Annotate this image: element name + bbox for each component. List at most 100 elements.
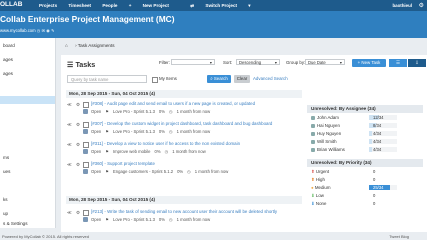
assignee-row[interactable]: Huy Nguyen 4/34 (307, 130, 423, 137)
sidebar-item-risks[interactable]: ks (0, 194, 55, 206)
tasks-header: ☰ Tasks (67, 60, 96, 69)
task-meta: Open ⚑ Love Pro - Sprint 5.1.3 0% ◷ 1 month f… (91, 109, 211, 114)
main-nav: Projects Timesheet People + New Project … (39, 3, 271, 9)
priority-row[interactable]: ⬇ Low 0 (307, 192, 423, 199)
group-label: Group by: (286, 60, 306, 65)
footer-copyright: Powered by MyCollab © 2015. All rights r… (2, 234, 89, 239)
home-icon[interactable]: ⌂ (65, 43, 68, 48)
sidebar-item-settings[interactable]: s & Settings (0, 218, 55, 230)
sort-select[interactable]: Descending ▾ (236, 59, 280, 65)
task-title[interactable]: [#308] - Audit page edit and send email … (91, 101, 255, 106)
share-icon[interactable]: ≪ (67, 102, 72, 108)
gear-icon[interactable]: ⚙ (76, 162, 80, 168)
footer-links[interactable]: Tweet Blog (389, 234, 409, 239)
task-title[interactable]: [#307] - Develop the custom widget in pr… (91, 121, 272, 126)
priority-widget-title: Unresolved: By Priority (34) (307, 159, 423, 167)
milestone-icon: ⚑ (105, 149, 110, 154)
sidebar-item-6[interactable] (0, 110, 55, 122)
task-checkbox[interactable] (83, 102, 89, 108)
sort-label: Sort: (223, 60, 233, 65)
assignee-row[interactable]: Brian Williams 4/34 (307, 146, 423, 153)
sidebar-item-pages[interactable]: ages (0, 68, 55, 80)
chevron-down-icon: ▾ (209, 60, 212, 65)
switch-icon: ⇄ (190, 3, 196, 8)
priority-row[interactable]: ⬆ High 0 (307, 176, 423, 183)
sidebar-item-7[interactable] (0, 124, 55, 136)
chevron-down-icon: ▾ (274, 60, 277, 65)
gear-icon[interactable]: ⚙ (76, 122, 80, 128)
task-title[interactable]: [#213] - Write the task of sending email… (91, 209, 277, 214)
sidebar-item-messages[interactable]: ages (0, 54, 55, 66)
gear-icon[interactable]: ⚙ (419, 2, 424, 9)
share-icon[interactable]: ≪ (67, 210, 72, 216)
plus-icon: + (128, 3, 133, 8)
task-meta: Open ⚑ Improve web mobile 0% ◷ 1 month from n… (91, 149, 206, 154)
my-items-checkbox[interactable] (152, 77, 158, 83)
group-header: Mon, 28 Sep 2015 - Sun, 04 Oct 2015 (4) (66, 196, 302, 204)
task-row[interactable]: ≪ ⚙ [#213] - Write the task of sending em… (66, 208, 302, 228)
list-view-button[interactable]: ☰ (389, 59, 407, 67)
clock-icon: ◷ (168, 109, 173, 114)
task-row[interactable]: ≪ ⚙ [#308] - Audit page edit and send ema… (66, 100, 302, 120)
nav-people[interactable]: People (102, 3, 117, 8)
export-button[interactable]: ⇩ (408, 59, 426, 67)
task-row[interactable]: ≪ ⚙ [#360] - Support project template Ope… (66, 160, 302, 180)
nav-timesheet[interactable]: Timesheet (68, 3, 91, 8)
task-title[interactable]: [#360] - Support project template (91, 161, 155, 166)
filter-select[interactable]: ▾ (171, 59, 215, 65)
priority-row[interactable]: ● Medium 25/34 (307, 184, 423, 191)
main-content: ⌂ › Task Assignments ☰ Tasks Filter: ▾ S… (57, 39, 427, 233)
sidebar-item-dashboard[interactable]: board (0, 40, 55, 52)
share-icon[interactable]: ≪ (67, 142, 72, 148)
milestone-icon: ⚑ (105, 109, 110, 114)
assignee-row[interactable]: John Adam 12/34 (307, 114, 423, 121)
sidebar-item-active[interactable] (0, 96, 55, 104)
group-select[interactable]: Due Date ▾ (305, 59, 345, 65)
assignee-row[interactable]: Will Smith 4/34 (307, 138, 423, 145)
sidebar-item-8[interactable] (0, 138, 55, 150)
milestone-icon: ⚑ (105, 129, 110, 134)
new-task-button[interactable]: + New Task (352, 59, 386, 67)
chevron-down-icon: ▾ (339, 60, 342, 65)
search-row: Query by task name My Items ⌕ Search Cle… (61, 75, 427, 85)
assignee-widget-title: Unresolved: By Assignee (34) (307, 105, 423, 113)
priority-row[interactable]: ⬇ None 0 (307, 200, 423, 207)
clock-icon: ◷ (168, 129, 173, 134)
task-meta: Open ⚑ Engage customers - Sprint 5.1.2 0% ◷ 1… (91, 169, 229, 174)
task-checkbox[interactable] (83, 122, 89, 128)
search-input[interactable]: Query by task name (67, 75, 147, 83)
task-row[interactable]: ≪ ⚙ [#311] - Develop a view to notice use… (66, 140, 302, 160)
nav-projects[interactable]: Projects (39, 3, 57, 8)
task-title[interactable]: [#311] - Develop a view to notice user i… (91, 141, 240, 146)
avatar (83, 109, 88, 114)
chevron-down-icon: ▾ (247, 3, 251, 8)
clear-button[interactable]: Clear (234, 75, 250, 83)
avatar (311, 123, 315, 128)
nav-new-project[interactable]: + New Project (129, 3, 179, 8)
sidebar-item-milestones[interactable]: ms (0, 152, 55, 164)
task-row[interactable]: ≪ ⚙ [#307] - Develop the custom widget in… (66, 120, 302, 140)
avatar (83, 129, 88, 134)
share-icon[interactable]: ≪ (67, 122, 72, 128)
app-logo: OLLAB (0, 1, 23, 8)
gear-icon[interactable]: ⚙ (76, 102, 80, 108)
priority-row[interactable]: ⬆ Urgent 0 (307, 168, 423, 175)
task-checkbox[interactable] (83, 142, 89, 148)
breadcrumb-current: Task Assignments (77, 43, 115, 48)
sidebar-item-issues[interactable]: ues (0, 166, 55, 178)
project-header: Collab Enterprise Project Management (MC… (0, 11, 427, 38)
sidebar-item-11[interactable] (0, 180, 55, 192)
advanced-search-link[interactable]: Advanced Search (253, 76, 288, 81)
gear-icon[interactable]: ⚙ (76, 210, 80, 216)
task-checkbox[interactable] (83, 210, 89, 216)
avatar (311, 139, 315, 144)
user-menu[interactable]: baothieul (392, 3, 412, 8)
nav-switch-project[interactable]: ⇄ Switch Project ▾ (190, 3, 260, 8)
task-checkbox[interactable] (83, 162, 89, 168)
assignee-row[interactable]: Hai Nguyen 8/34 (307, 122, 423, 129)
info-icons: ◷ ✉ ◉ ✎ (36, 28, 55, 33)
share-icon[interactable]: ≪ (67, 162, 72, 168)
gear-icon[interactable]: ⚙ (76, 142, 80, 148)
sidebar-item-4[interactable] (0, 82, 55, 94)
search-button[interactable]: ⌕ Search (207, 75, 231, 83)
